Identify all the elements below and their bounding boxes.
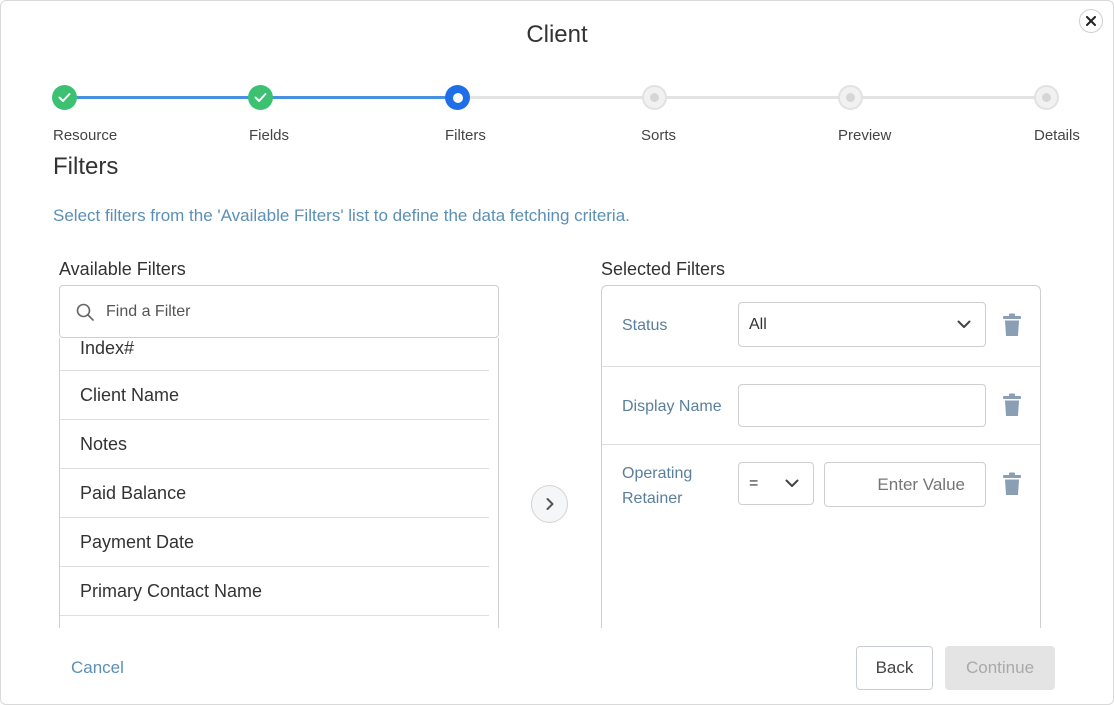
chevron-down-icon — [785, 479, 799, 487]
cancel-link[interactable]: Cancel — [71, 658, 124, 678]
stepper-remaining-line — [458, 96, 1047, 99]
trash-icon[interactable] — [1002, 393, 1022, 417]
filter-label-line: Operating — [622, 465, 693, 482]
instruction-text: Select filters from the 'Available Filte… — [53, 206, 630, 225]
filter-search-input[interactable] — [106, 302, 486, 321]
list-item[interactable]: Paid Balance — [60, 469, 489, 518]
step-label-sorts: Sorts — [641, 127, 677, 144]
selected-filter-row-display-name: Display Name — [602, 367, 1040, 445]
value-input[interactable] — [824, 462, 986, 507]
trash-icon[interactable] — [1002, 472, 1022, 496]
operator-select-value: = — [749, 474, 759, 492]
step-label-fields[interactable]: Fields — [249, 127, 289, 144]
back-button[interactable]: Back — [856, 646, 933, 690]
step-fields-dot[interactable] — [248, 85, 273, 110]
step-label-preview: Preview — [838, 127, 892, 144]
step-label-resource[interactable]: Resource — [53, 127, 117, 144]
display-name-input[interactable] — [738, 384, 986, 427]
status-select-value: All — [749, 315, 767, 333]
step-label-filters[interactable]: Filters — [445, 127, 486, 144]
chevron-down-icon — [957, 320, 971, 328]
status-select[interactable]: All — [738, 302, 986, 347]
trash-icon[interactable] — [1002, 313, 1022, 337]
wizard-stepper: Resource Fields Filters Sorts Preview De… — [1, 1, 1113, 151]
step-resource-dot[interactable] — [52, 85, 77, 110]
list-item[interactable]: Client Name — [60, 371, 489, 420]
operator-select[interactable]: = — [738, 462, 814, 505]
list-item[interactable]: Index# — [60, 338, 489, 371]
list-item[interactable]: Payment Date — [60, 518, 489, 567]
list-item[interactable]: Primary Contact Name — [60, 567, 489, 616]
available-filters-label: Available Filters — [59, 259, 186, 279]
selected-filter-row-status: Status All — [602, 286, 1040, 367]
section-title: Filters — [53, 153, 119, 180]
step-filters-dot[interactable] — [445, 85, 470, 110]
filter-search-box — [59, 285, 499, 338]
selected-filters-panel: Status All Display Name Operating Retain… — [601, 285, 1041, 628]
add-filter-button[interactable] — [531, 485, 568, 523]
filter-label-line: Retainer — [622, 490, 683, 507]
check-icon — [58, 93, 71, 102]
step-sorts-dot — [642, 85, 667, 110]
step-preview-dot — [838, 85, 863, 110]
list-item[interactable]: Notes — [60, 420, 489, 469]
selected-filter-row-operating-retainer: Operating Retainer = — [602, 445, 1040, 535]
selected-filters-label: Selected Filters — [601, 259, 726, 279]
chevron-right-icon — [546, 498, 553, 510]
step-details-dot — [1034, 85, 1059, 110]
continue-button[interactable]: Continue — [945, 646, 1055, 690]
filter-label-display-name: Display Name — [622, 398, 722, 415]
step-label-details: Details — [1034, 127, 1080, 144]
filter-wizard-dialog: Client Resource Fields Filters Sorts Pre… — [0, 0, 1114, 705]
search-icon — [76, 303, 94, 321]
available-filters-list: Index# Client Name Notes Paid Balance Pa… — [59, 338, 499, 628]
filter-label-operating-retainer: Operating Retainer — [622, 461, 692, 511]
filter-label-status: Status — [622, 317, 668, 334]
check-icon — [254, 93, 267, 102]
